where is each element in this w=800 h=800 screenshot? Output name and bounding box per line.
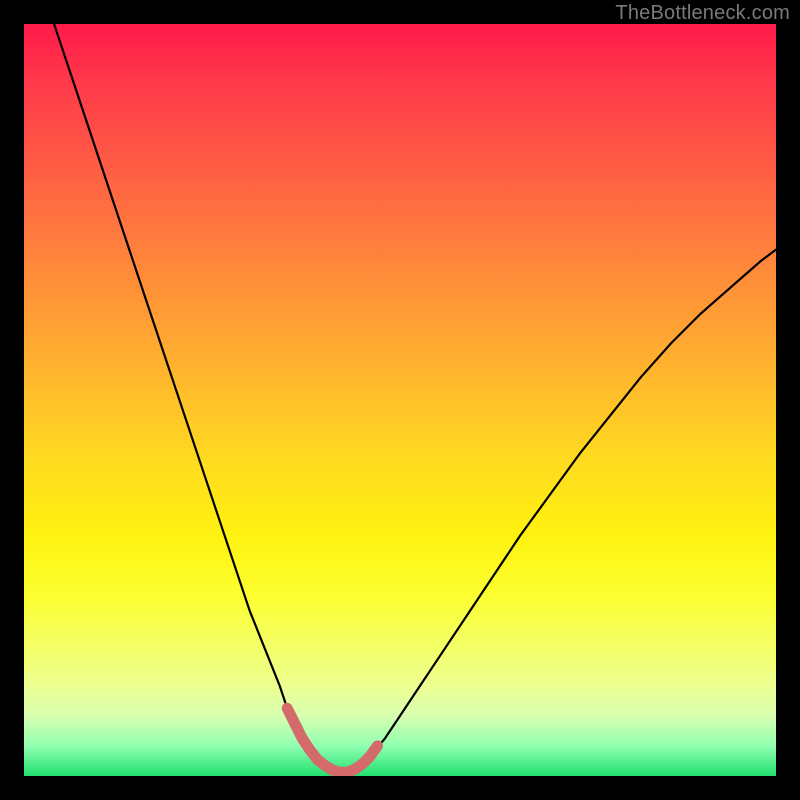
- watermark-text: TheBottleneck.com: [615, 2, 790, 25]
- curve-svg-layer: [24, 24, 776, 776]
- plot-area: [24, 24, 776, 776]
- bottleneck-curve: [54, 24, 776, 772]
- bottleneck-highlight: [287, 708, 377, 772]
- chart-frame: TheBottleneck.com: [0, 0, 800, 800]
